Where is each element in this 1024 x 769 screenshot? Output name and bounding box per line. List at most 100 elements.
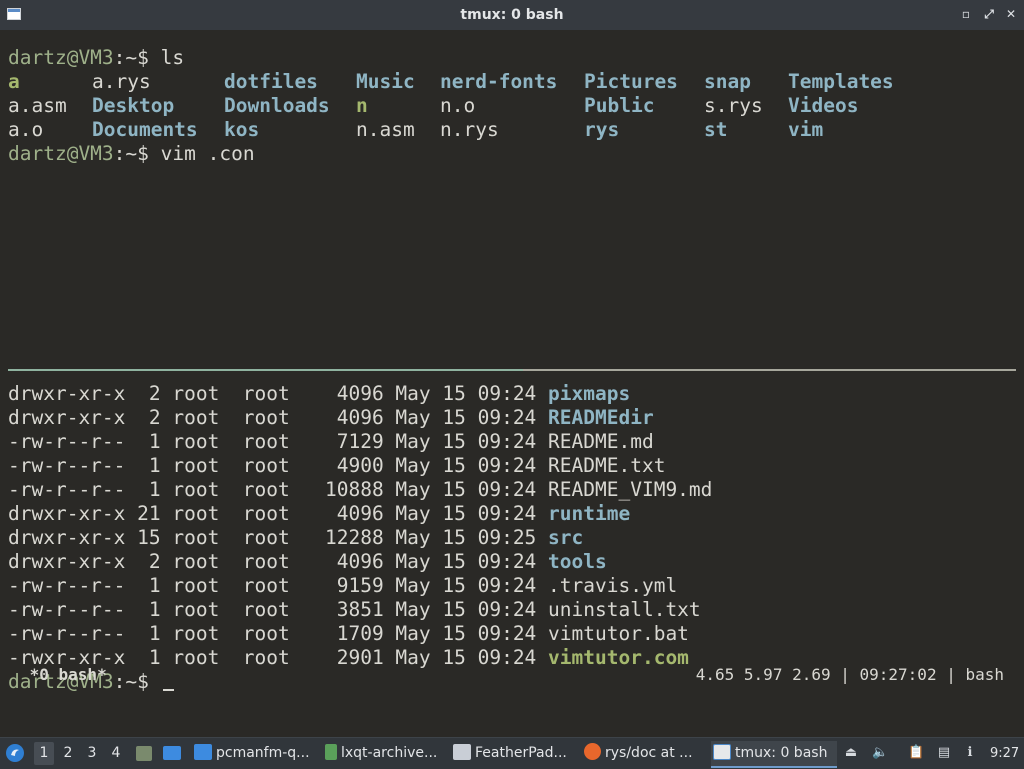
prompt-user: dartz@VM3 (8, 142, 114, 165)
task-firefox[interactable]: rys/doc at ... (582, 741, 704, 766)
ls-entry: vim (788, 118, 824, 141)
clipboard-icon[interactable]: 📋 (908, 745, 924, 761)
prompt-path: :~$ (113, 142, 161, 165)
task-label: rys/doc at ... (605, 745, 693, 761)
task-label: pcmanfm-q... (216, 745, 310, 761)
listing-meta: drwxr-xr-x 2 root root 4096 May 15 09:24 (8, 406, 549, 429)
command-text: vim .con (160, 142, 255, 165)
prompt-user: dartz@VM3 (8, 46, 114, 69)
listing-row: -rw-r--r-- 1 root root 10888 May 15 09:2… (8, 478, 712, 502)
firefox-icon (584, 743, 601, 760)
network-icon[interactable]: ▤ (936, 745, 952, 761)
prompt-line-1: dartz@VM3:~$ ls (8, 46, 184, 70)
desktop-3-button[interactable]: 3 (82, 742, 102, 765)
terminal-cursor (162, 689, 174, 691)
listing-row: -rw-r--r-- 1 root root 9159 May 15 09:24… (8, 574, 677, 598)
listing-row: drwxr-xr-x 21 root root 4096 May 15 09:2… (8, 502, 630, 526)
desktop-4-button[interactable]: 4 (106, 742, 126, 765)
ls-entry: n.o (440, 94, 476, 117)
ls-entry: n.rys (440, 118, 499, 141)
ls-entry: n.asm (356, 118, 415, 141)
task-label: lxqt-archive... (341, 745, 438, 761)
listing-meta: drwxr-xr-x 15 root root 12288 May 15 09:… (8, 526, 549, 549)
ls-entry: nerd-fonts (440, 70, 558, 93)
listing-filename: pixmaps (548, 382, 631, 405)
ls-entry: rys (584, 118, 620, 141)
task-label: tmux: 0 bash (735, 745, 828, 761)
listing-row: drwxr-xr-x 2 root root 4096 May 15 09:24… (8, 550, 607, 574)
maximize-icon[interactable]: ⤢ (981, 6, 997, 22)
ls-entry: s.rys (704, 94, 763, 117)
listing-filename: README.md (548, 430, 654, 453)
task-tmux[interactable]: tmux: 0 bash (711, 741, 837, 768)
quicklaunch-button[interactable] (163, 741, 183, 766)
listing-filename: src (548, 526, 584, 549)
terminal-area[interactable]: dartz@VM3:~$ ls a a.rys dotfiles Music nerd-… (0, 31, 1024, 737)
tmux-pane-divider[interactable] (8, 369, 1016, 371)
task-label: FeatherPad... (475, 745, 567, 761)
ls-entry: dotfiles (224, 70, 318, 93)
ls-entry: kos (224, 118, 260, 141)
pane-divider-inactive-segment (523, 369, 1016, 371)
listing-meta: drwxr-xr-x 2 root root 4096 May 15 09:24 (8, 382, 549, 405)
task-featherpad[interactable]: FeatherPad... (451, 741, 579, 766)
ls-entry: a.asm (8, 94, 67, 117)
listing-meta: -rw-r--r-- 1 root root 1709 May 15 09:24 (8, 622, 549, 645)
show-desktop-button[interactable] (136, 741, 156, 766)
ls-entry: Pictures (584, 70, 678, 93)
show-desktop-icon (136, 746, 152, 761)
ls-entry: a.rys (92, 70, 151, 93)
listing-row: -rw-r--r-- 1 root root 4900 May 15 09:24… (8, 454, 665, 478)
ls-entry: Documents (92, 118, 198, 141)
listing-filename: .travis.yml (548, 574, 678, 597)
close-icon[interactable]: ✕ (1003, 6, 1019, 22)
clock[interactable]: 9:27 (990, 741, 1022, 766)
app-menu-button[interactable] (5, 741, 27, 766)
ls-entry: Templates (788, 70, 894, 93)
ls-entry: a.o (8, 118, 44, 141)
ls-entry: Videos (788, 94, 859, 117)
listing-filename: READMEdir (548, 406, 654, 429)
keyboard-layout-icon[interactable] (968, 745, 980, 761)
listing-filename: vimtutor.bat (548, 622, 689, 645)
taskbar: 1 2 3 4 pcmanfm-q... lxqt-archive... Fea… (0, 737, 1024, 769)
featherpad-icon (453, 744, 471, 760)
ls-entry: snap (704, 70, 751, 93)
listing-filename: README.txt (548, 454, 666, 477)
prompt-path: :~$ (113, 46, 161, 69)
prompt-line-2: dartz@VM3:~$ vim .con (8, 142, 255, 166)
terminal-icon (713, 744, 731, 760)
volume-icon[interactable]: 🔈 (872, 745, 888, 761)
listing-meta: -rw-r--r-- 1 root root 7129 May 15 09:24 (8, 430, 549, 453)
listing-filename: README_VIM9.md (548, 478, 713, 501)
ls-entry: Downloads (224, 94, 330, 117)
ls-entry: st (704, 118, 728, 141)
listing-meta: -rw-r--r-- 1 root root 4900 May 15 09:24 (8, 454, 549, 477)
tmux-status-right: 4.65 5.97 2.69 | 09:27:02 | bash (695, 665, 1004, 684)
window-titlebar[interactable]: tmux: 0 bash ▫ ⤢ ✕ (0, 0, 1024, 30)
minimize-icon[interactable]: ▫ (958, 6, 974, 22)
ls-entry: Public (584, 94, 655, 117)
listing-filename: runtime (548, 502, 631, 525)
ls-entry: a (8, 70, 20, 93)
listing-meta: -rw-r--r-- 1 root root 3851 May 15 09:24 (8, 598, 549, 621)
listing-row: drwxr-xr-x 2 root root 4096 May 15 09:24… (8, 382, 630, 406)
window-icon (163, 746, 181, 760)
eject-icon[interactable]: ⏏ (843, 745, 859, 761)
listing-row: -rw-r--r-- 1 root root 7129 May 15 09:24… (8, 430, 654, 454)
listing-meta: drwxr-xr-x 21 root root 4096 May 15 09:2… (8, 502, 549, 525)
app-menu-icon (6, 744, 24, 762)
listing-row: drwxr-xr-x 2 root root 4096 May 15 09:24… (8, 406, 654, 430)
ls-entry: Desktop (92, 94, 175, 117)
listing-meta: -rw-r--r-- 1 root root 10888 May 15 09:2… (8, 478, 549, 501)
desktop-2-button[interactable]: 2 (58, 742, 78, 765)
listing-meta: drwxr-xr-x 2 root root 4096 May 15 09:24 (8, 550, 549, 573)
tmux-window-label[interactable]: *0 bash* (20, 662, 107, 688)
listing-meta: -rw-r--r-- 1 root root 9159 May 15 09:24 (8, 574, 549, 597)
task-pcmanfm[interactable]: pcmanfm-q... (192, 741, 322, 766)
ls-entry: n (356, 94, 368, 117)
window-title: tmux: 0 bash (460, 7, 564, 23)
task-lxqt-archiver[interactable]: lxqt-archive... (323, 741, 447, 766)
listing-row: drwxr-xr-x 15 root root 12288 May 15 09:… (8, 526, 583, 550)
desktop-1-button[interactable]: 1 (34, 742, 54, 765)
